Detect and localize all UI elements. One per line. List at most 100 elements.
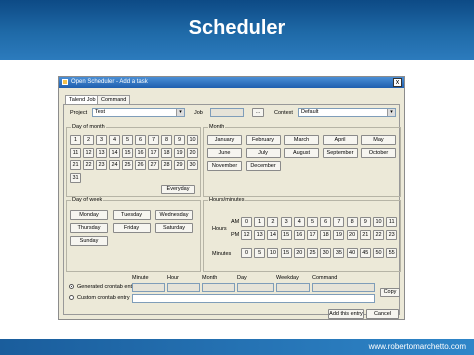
minute-button-15[interactable]: 15 xyxy=(280,248,292,258)
month-button-january[interactable]: January xyxy=(207,135,242,145)
day-button-5[interactable]: 5 xyxy=(122,135,133,145)
hour-button-9[interactable]: 9 xyxy=(359,217,371,227)
day-button-12[interactable]: 12 xyxy=(83,147,94,158)
month-button-october[interactable]: October xyxy=(361,148,396,158)
add-entry-button[interactable]: Add this entry xyxy=(328,309,364,319)
weekday-button-tuesday[interactable]: Tuesday xyxy=(112,210,151,220)
close-button[interactable]: x xyxy=(393,78,402,87)
month-button-july[interactable]: July xyxy=(245,148,281,158)
month-button-march[interactable]: March xyxy=(284,135,319,145)
minute-button-0[interactable]: 0 xyxy=(241,248,252,258)
day-button-9[interactable]: 9 xyxy=(174,135,185,145)
weekday-button-thursday[interactable]: Thursday xyxy=(70,223,108,233)
minute-button-25[interactable]: 25 xyxy=(307,248,318,258)
day-button-31[interactable]: 31 xyxy=(70,172,81,183)
hour-button-16[interactable]: 16 xyxy=(293,230,305,240)
crontab-hour-field[interactable] xyxy=(167,283,200,292)
hour-button-11[interactable]: 11 xyxy=(386,217,398,227)
hour-button-22[interactable]: 22 xyxy=(373,230,384,240)
custom-crontab-field[interactable] xyxy=(132,294,375,303)
day-button-11[interactable]: 11 xyxy=(70,147,81,158)
day-button-15[interactable]: 15 xyxy=(122,147,133,158)
hour-button-23[interactable]: 23 xyxy=(386,230,398,240)
day-button-30[interactable]: 30 xyxy=(187,160,198,170)
generated-radio[interactable] xyxy=(69,284,74,289)
minute-button-40[interactable]: 40 xyxy=(346,248,358,258)
month-button-august[interactable]: August xyxy=(284,148,319,158)
minute-button-10[interactable]: 10 xyxy=(267,248,279,258)
day-button-18[interactable]: 18 xyxy=(161,147,172,158)
hour-button-21[interactable]: 21 xyxy=(359,230,371,240)
project-select[interactable]: Test ▾ xyxy=(92,108,185,117)
month-button-november[interactable]: November xyxy=(207,161,242,171)
day-button-2[interactable]: 2 xyxy=(83,135,94,145)
month-button-september[interactable]: September xyxy=(322,148,358,158)
weekday-button-friday[interactable]: Friday xyxy=(112,223,151,233)
context-select[interactable]: Default ▾ xyxy=(298,108,396,117)
weekday-button-wednesday[interactable]: Wednesday xyxy=(155,210,193,220)
minute-button-30[interactable]: 30 xyxy=(320,248,332,258)
day-button-6[interactable]: 6 xyxy=(135,135,146,145)
hour-button-6[interactable]: 6 xyxy=(320,217,332,227)
day-button-7[interactable]: 7 xyxy=(148,135,159,145)
day-button-28[interactable]: 28 xyxy=(161,160,172,170)
browse-button[interactable]: ... xyxy=(252,108,264,117)
hour-button-7[interactable]: 7 xyxy=(333,217,345,227)
minute-button-50[interactable]: 50 xyxy=(373,248,384,258)
day-button-1[interactable]: 1 xyxy=(70,135,81,145)
minute-button-20[interactable]: 20 xyxy=(293,248,305,258)
day-button-22[interactable]: 22 xyxy=(83,160,94,170)
month-button-may[interactable]: May xyxy=(361,135,396,145)
crontab-weekday-field[interactable] xyxy=(276,283,310,292)
crontab-command-field[interactable] xyxy=(312,283,375,292)
cancel-button[interactable]: Cancel xyxy=(366,309,399,319)
day-button-19[interactable]: 19 xyxy=(174,147,185,158)
day-button-25[interactable]: 25 xyxy=(122,160,133,170)
day-button-3[interactable]: 3 xyxy=(96,135,107,145)
day-button-4[interactable]: 4 xyxy=(109,135,120,145)
weekday-button-saturday[interactable]: Saturday xyxy=(155,223,193,233)
hour-button-1[interactable]: 1 xyxy=(254,217,266,227)
crontab-month-field[interactable] xyxy=(202,283,235,292)
minute-button-5[interactable]: 5 xyxy=(254,248,266,258)
crontab-day-field[interactable] xyxy=(237,283,274,292)
minute-button-45[interactable]: 45 xyxy=(359,248,371,258)
day-button-29[interactable]: 29 xyxy=(174,160,185,170)
custom-radio[interactable] xyxy=(69,295,74,300)
hour-button-17[interactable]: 17 xyxy=(307,230,318,240)
copy-button[interactable]: Copy xyxy=(380,288,400,297)
hour-button-18[interactable]: 18 xyxy=(320,230,332,240)
month-button-june[interactable]: June xyxy=(207,148,242,158)
everyday-button[interactable]: Everyday xyxy=(161,185,195,194)
month-button-april[interactable]: April xyxy=(322,135,358,145)
day-button-27[interactable]: 27 xyxy=(148,160,159,170)
day-button-23[interactable]: 23 xyxy=(96,160,107,170)
minute-button-55[interactable]: 55 xyxy=(386,248,398,258)
day-button-10[interactable]: 10 xyxy=(187,135,198,145)
weekday-button-sunday[interactable]: Sunday xyxy=(70,236,108,246)
hour-button-3[interactable]: 3 xyxy=(280,217,292,227)
day-button-13[interactable]: 13 xyxy=(96,147,107,158)
day-button-20[interactable]: 20 xyxy=(187,147,198,158)
hour-button-20[interactable]: 20 xyxy=(346,230,358,240)
month-button-february[interactable]: February xyxy=(245,135,281,145)
hour-button-4[interactable]: 4 xyxy=(293,217,305,227)
job-field[interactable] xyxy=(210,108,244,117)
day-button-24[interactable]: 24 xyxy=(109,160,120,170)
day-button-21[interactable]: 21 xyxy=(70,160,81,170)
hour-button-2[interactable]: 2 xyxy=(267,217,279,227)
minute-button-35[interactable]: 35 xyxy=(333,248,345,258)
month-button-december[interactable]: December xyxy=(245,161,281,171)
hour-button-14[interactable]: 14 xyxy=(267,230,279,240)
hour-button-19[interactable]: 19 xyxy=(333,230,345,240)
day-button-16[interactable]: 16 xyxy=(135,147,146,158)
day-button-8[interactable]: 8 xyxy=(161,135,172,145)
hour-button-15[interactable]: 15 xyxy=(280,230,292,240)
hour-button-0[interactable]: 0 xyxy=(241,217,252,227)
hour-button-10[interactable]: 10 xyxy=(373,217,384,227)
day-button-17[interactable]: 17 xyxy=(148,147,159,158)
hour-button-13[interactable]: 13 xyxy=(254,230,266,240)
hour-button-12[interactable]: 12 xyxy=(241,230,252,240)
day-button-26[interactable]: 26 xyxy=(135,160,146,170)
hour-button-8[interactable]: 8 xyxy=(346,217,358,227)
